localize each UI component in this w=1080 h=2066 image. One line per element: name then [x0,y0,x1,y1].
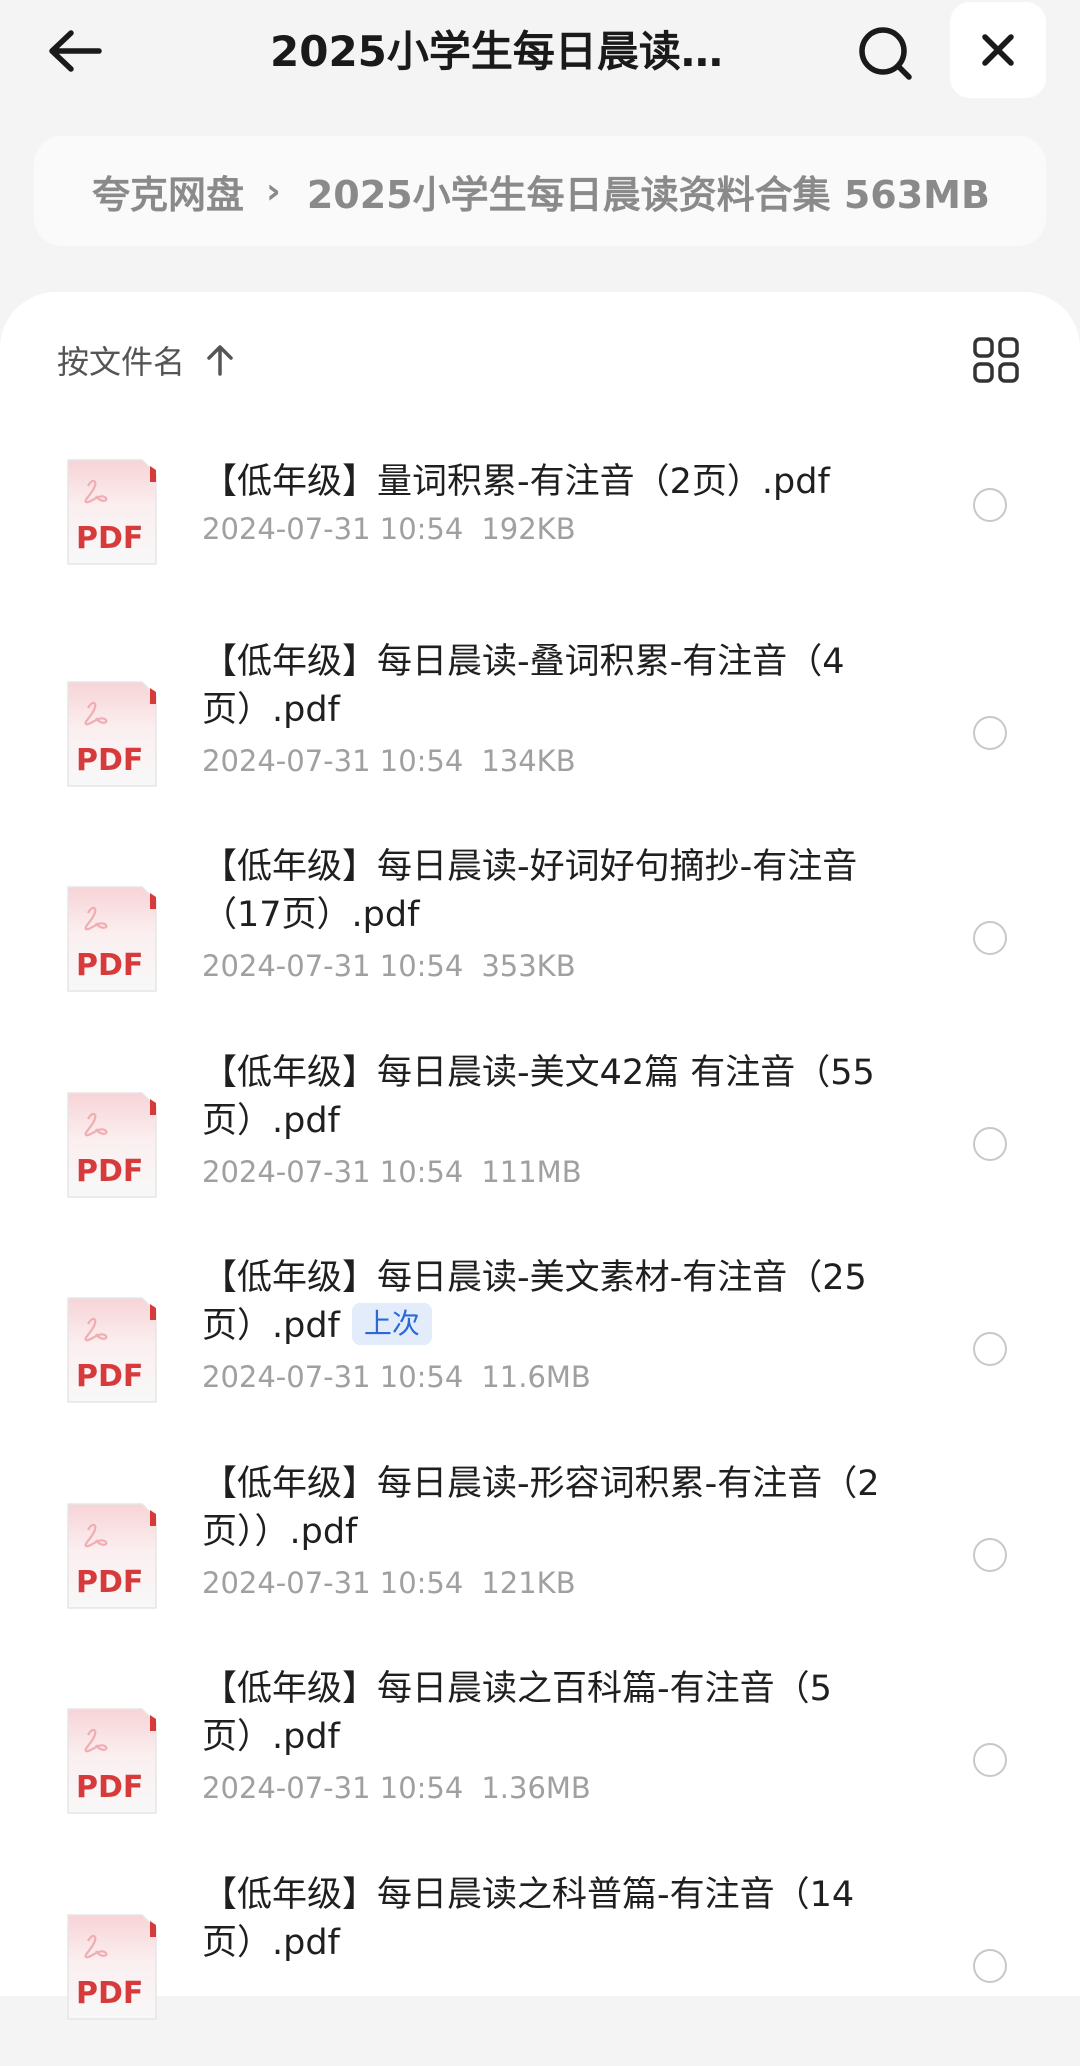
close-button[interactable] [950,2,1046,98]
file-meta: 2024-07-31 10:54 134KB [202,744,576,778]
breadcrumb-separator: › [266,170,281,212]
pdf-label: PDF [76,521,143,556]
file-name: 【低年级】量词积累-有注音（2页）.pdf [202,462,830,502]
file-row[interactable]: PDF 【低年级】每日晨读-形容词积累-有注音（2页））.pdf 2024-07-3… [0,1450,1080,1655]
file-name: 【低年级】每日晨读之科普篇-有注音（14页）.pdf [202,1874,855,1963]
file-row[interactable]: PDF 【低年级】每日晨读之百科篇-有注音（5页）.pdf 2024-07-31 1… [0,1655,1080,1860]
file-row[interactable]: PDF 【低年级】每日晨读-叠词积累-有注音（4页）.pdf 2024-07-31 … [0,628,1080,833]
file-meta: 2024-07-31 10:54 121KB [202,1566,576,1600]
file-date: 2024-07-31 10:54 [202,743,464,778]
file-meta: 2024-07-31 10:54 111MB [202,1155,582,1189]
last-opened-badge: 上次 [351,1303,432,1345]
arrow-left-icon [49,30,102,72]
file-size: 353KB [481,949,576,983]
file-row[interactable]: PDF 【低年级】每日晨读-好词好句摘抄-有注音（17页）.pdf 2024-07-… [0,833,1080,1038]
select-radio[interactable] [973,1126,1007,1161]
pdf-icon: PDF [67,1297,157,1403]
file-row[interactable]: PDF 【低年级】每日晨读-美文素材-有注音（25页）.pdf 上次 2024-07-… [0,1244,1080,1449]
pdf-icon: PDF [67,1091,157,1198]
pdf-label: PDF [76,1976,143,2011]
file-date: 2024-07-31 10:54 [202,949,464,983]
file-size: 121KB [481,1565,576,1600]
file-size: 134KB [481,743,576,778]
pdf-label: PDF [76,1359,143,1394]
sort-bar: 按文件名 [0,292,1080,422]
pdf-label: PDF [76,1565,143,1600]
file-date: 2024-07-31 10:54 [202,1565,464,1600]
pdf-label: PDF [76,1770,143,1805]
file-row[interactable]: PDF 【低年级】每日晨读之科普篇-有注音（14页）.pdf [0,1861,1080,2066]
close-icon [982,34,1014,66]
file-row[interactable]: PDF 【低年级】量词积累-有注音（2页）.pdf 2024-07-31 10:54… [0,422,1080,627]
pdf-icon: PDF [67,1708,157,1814]
file-size: 11.6MB [481,1360,591,1394]
pdf-icon: PDF [67,886,157,992]
select-radio[interactable] [973,1743,1007,1777]
search-button[interactable] [850,20,920,86]
breadcrumb-root[interactable]: 夸克网盘 [92,164,244,219]
grid-view-button[interactable] [968,332,1024,388]
file-name: 【低年级】每日晨读之百科篇-有注音（5页）.pdf [202,1669,832,1757]
select-radio[interactable] [973,715,1007,750]
breadcrumb-current-folder: 2025小学生每日晨读资料合集 563MB [306,172,990,217]
file-meta: 2024-07-31 10:54 353KB [202,949,576,983]
pdf-icon: PDF [67,680,157,787]
select-radio[interactable] [973,1332,1007,1366]
file-meta: 2024-07-31 10:54 1.36MB [202,1771,591,1805]
file-size: 111MB [481,1154,582,1189]
breadcrumb: 夸克网盘 › 2025小学生每日晨读资料合集 563MB [34,136,1046,246]
select-radio[interactable] [973,1948,1007,1983]
sort-button[interactable]: 按文件名 [57,332,235,388]
grid-view-icon [973,337,1019,383]
page-title: 2025小学生每日晨读… [270,27,723,76]
pdf-icon: PDF [67,1502,157,1609]
file-meta: 2024-07-31 10:54 11.6MB [202,1360,591,1394]
file-date: 2024-07-31 10:54 [202,512,464,546]
pdf-label: PDF [76,743,143,778]
pdf-label: PDF [76,948,143,983]
pdf-label: PDF [76,1154,143,1189]
pdf-icon: PDF [67,459,157,565]
file-date: 2024-07-31 10:54 [202,1360,464,1394]
pdf-icon: PDF [67,1913,157,2020]
arrow-up-icon [205,344,235,376]
search-icon [859,27,912,80]
back-button[interactable] [40,20,110,82]
file-name: 【低年级】每日晨读-好词好句摘抄-有注音（17页）.pdf [202,847,858,935]
file-size: 192KB [481,512,576,546]
file-meta: 2024-07-31 10:54 192KB [202,512,576,546]
file-name: 【低年级】每日晨读-美文42篇 有注音（55页）.pdf [202,1052,875,1141]
file-date: 2024-07-31 10:54 [202,1771,464,1805]
file-panel: 按文件名 PDF 【低年级】量词积累-有注音（2页）.pdf 2024-07-31 … [0,292,1080,2020]
sort-label: 按文件名 [57,343,186,381]
file-row[interactable]: PDF 【低年级】每日晨读-美文42篇 有注音（55页）.pdf 2024-07-3… [0,1039,1080,1244]
file-name: 【低年级】每日晨读-叠词积累-有注音（4页）.pdf [202,641,845,730]
select-radio[interactable] [973,921,1007,955]
select-radio[interactable] [973,1537,1007,1572]
file-date: 2024-07-31 10:54 [202,1154,464,1189]
select-radio[interactable] [973,488,1007,522]
file-name: 【低年级】每日晨读-美文素材-有注音（25页）.pdf 上次 [202,1258,867,1346]
file-size: 1.36MB [481,1771,591,1805]
top-bar: 2025小学生每日晨读… [0,0,1080,110]
file-name: 【低年级】每日晨读-形容词积累-有注音（2页））.pdf [202,1463,880,1552]
